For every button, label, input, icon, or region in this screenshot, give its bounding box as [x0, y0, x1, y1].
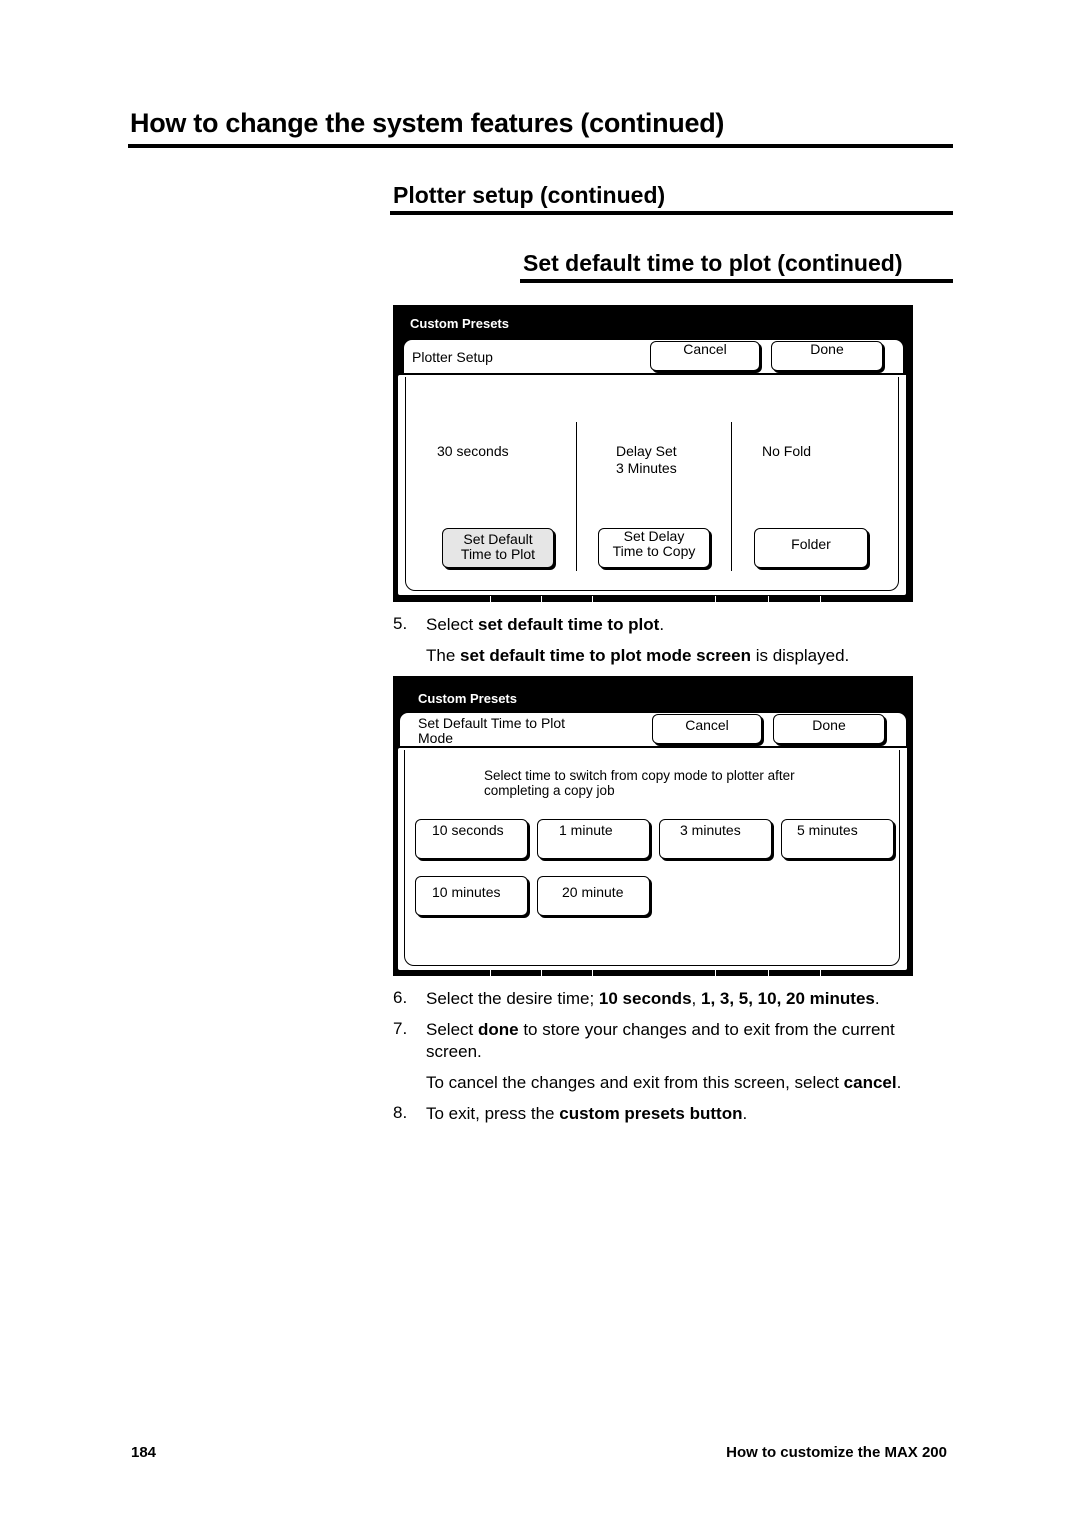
- option-label: 3 minutes: [680, 822, 741, 838]
- set-default-time-to-plot-button[interactable]: Set Default Time to Plot: [442, 528, 554, 568]
- done-button[interactable]: Done: [771, 341, 883, 371]
- option-3-minutes[interactable]: 3 minutes: [659, 819, 772, 859]
- step-text: .: [659, 615, 665, 634]
- option-label: 10 seconds: [432, 822, 504, 838]
- panel-notch: [819, 970, 822, 976]
- step-emphasis: set default time to plot mode screen: [460, 646, 751, 665]
- folder-button[interactable]: Folder: [754, 528, 868, 568]
- step-text: ,: [691, 989, 701, 1008]
- step-5-note: The set default time to plot mode screen…: [426, 645, 849, 666]
- option-label: 5 minutes: [797, 822, 858, 838]
- step-emphasis: custom presets button: [559, 1104, 743, 1123]
- option-10-seconds[interactable]: 10 seconds: [415, 819, 528, 859]
- set-default-time-to-plot-screen: Custom Presets Set Default Time to Plot …: [393, 676, 913, 976]
- option-label: 10 minutes: [432, 884, 501, 900]
- delay-set-value: Delay Set 3 Minutes: [616, 443, 677, 476]
- done-button[interactable]: Done: [773, 714, 885, 744]
- page-number: 184: [131, 1444, 157, 1461]
- step-emphasis: 1, 3, 5, 10, 20 minutes: [700, 989, 875, 1008]
- cancel-button[interactable]: Cancel: [650, 341, 760, 371]
- step-7-note: To cancel the changes and exit from this…: [426, 1072, 901, 1093]
- subheading: Plotter setup (continued): [393, 182, 666, 208]
- step-5-number: 5.: [393, 614, 408, 633]
- option-20-minute[interactable]: 20 minute: [537, 876, 650, 916]
- button-label: Folder: [791, 536, 831, 552]
- step-6-number: 6.: [393, 988, 408, 1007]
- step-text: Select: [426, 615, 478, 634]
- button-label: Set Delay Time to Copy: [612, 528, 696, 559]
- step-7-text: Select done to store your changes and to…: [426, 1019, 895, 1040]
- step-text: .: [874, 989, 880, 1008]
- step-8-number: 8.: [393, 1103, 408, 1122]
- section-heading-rule: [520, 279, 953, 283]
- cancel-label: Cancel: [685, 717, 729, 733]
- default-time-value: 30 seconds: [437, 443, 509, 459]
- tab-label: Plotter Setup: [412, 349, 493, 365]
- option-10-minutes[interactable]: 10 minutes: [415, 876, 528, 916]
- plotter-setup-screen: Custom Presets Plotter Setup Cancel Done…: [393, 305, 913, 602]
- step-text: Select the desire time;: [426, 989, 599, 1008]
- screen-title: Custom Presets: [418, 691, 517, 706]
- cancel-button[interactable]: Cancel: [652, 714, 762, 744]
- step-6-text: Select the desire time; 10 seconds, 1, 3…: [426, 988, 880, 1009]
- done-label: Done: [812, 717, 846, 733]
- fold-value: No Fold: [762, 443, 812, 459]
- column-divider: [731, 422, 732, 571]
- panel-notch: [591, 970, 594, 976]
- panel-notch: [767, 970, 770, 976]
- cancel-label: Cancel: [683, 341, 727, 357]
- step-7-number: 7.: [393, 1019, 408, 1038]
- panel-notch: [819, 596, 822, 602]
- panel-notch: [767, 596, 770, 602]
- step-text: is displayed.: [750, 646, 850, 665]
- step-text: Select: [426, 1020, 478, 1039]
- panel-notch: [591, 596, 594, 602]
- chapter-title: How to customize the MAX 200: [726, 1444, 947, 1461]
- section-heading: Set default time to plot (continued): [523, 250, 903, 276]
- step-7-text-line2: screen.: [426, 1042, 482, 1061]
- step-text: To exit, press the: [426, 1104, 560, 1123]
- step-text: To cancel the changes and exit from this…: [426, 1073, 844, 1092]
- panel-notch: [489, 596, 492, 602]
- step-text: .: [896, 1073, 902, 1092]
- panel-notch: [489, 970, 492, 976]
- panel-notch: [714, 970, 717, 976]
- step-emphasis: set default time to plot: [477, 615, 660, 634]
- step-text: .: [742, 1104, 748, 1123]
- instruction-text: Select time to switch from copy mode to …: [484, 768, 795, 798]
- done-label: Done: [810, 341, 844, 357]
- heading-rule: [128, 144, 953, 148]
- step-text: to store your changes and to exit from t…: [518, 1020, 895, 1039]
- option-5-minutes[interactable]: 5 minutes: [781, 819, 894, 859]
- step-text: The: [426, 646, 461, 665]
- button-label: Set Default Time to Plot: [460, 531, 536, 562]
- subheading-rule: [390, 211, 953, 215]
- option-label: 20 minute: [562, 884, 624, 900]
- panel-notch: [540, 970, 543, 976]
- column-divider: [576, 422, 577, 571]
- panel-notch: [540, 596, 543, 602]
- step-8-text: To exit, press the custom presets button…: [426, 1103, 747, 1124]
- step-emphasis: 10 seconds: [598, 989, 692, 1008]
- panel-notch: [714, 596, 717, 602]
- page-heading: How to change the system features (conti…: [130, 108, 725, 138]
- screen-title: Custom Presets: [410, 316, 509, 331]
- step-emphasis: done: [477, 1020, 519, 1039]
- option-label: 1 minute: [559, 822, 613, 838]
- step-5-text: Select set default time to plot.: [426, 614, 664, 635]
- set-delay-time-to-copy-button[interactable]: Set Delay Time to Copy: [598, 528, 710, 568]
- option-1-minute[interactable]: 1 minute: [537, 819, 650, 859]
- tab-label: Set Default Time to Plot Mode: [418, 715, 566, 746]
- step-emphasis: cancel: [843, 1073, 897, 1092]
